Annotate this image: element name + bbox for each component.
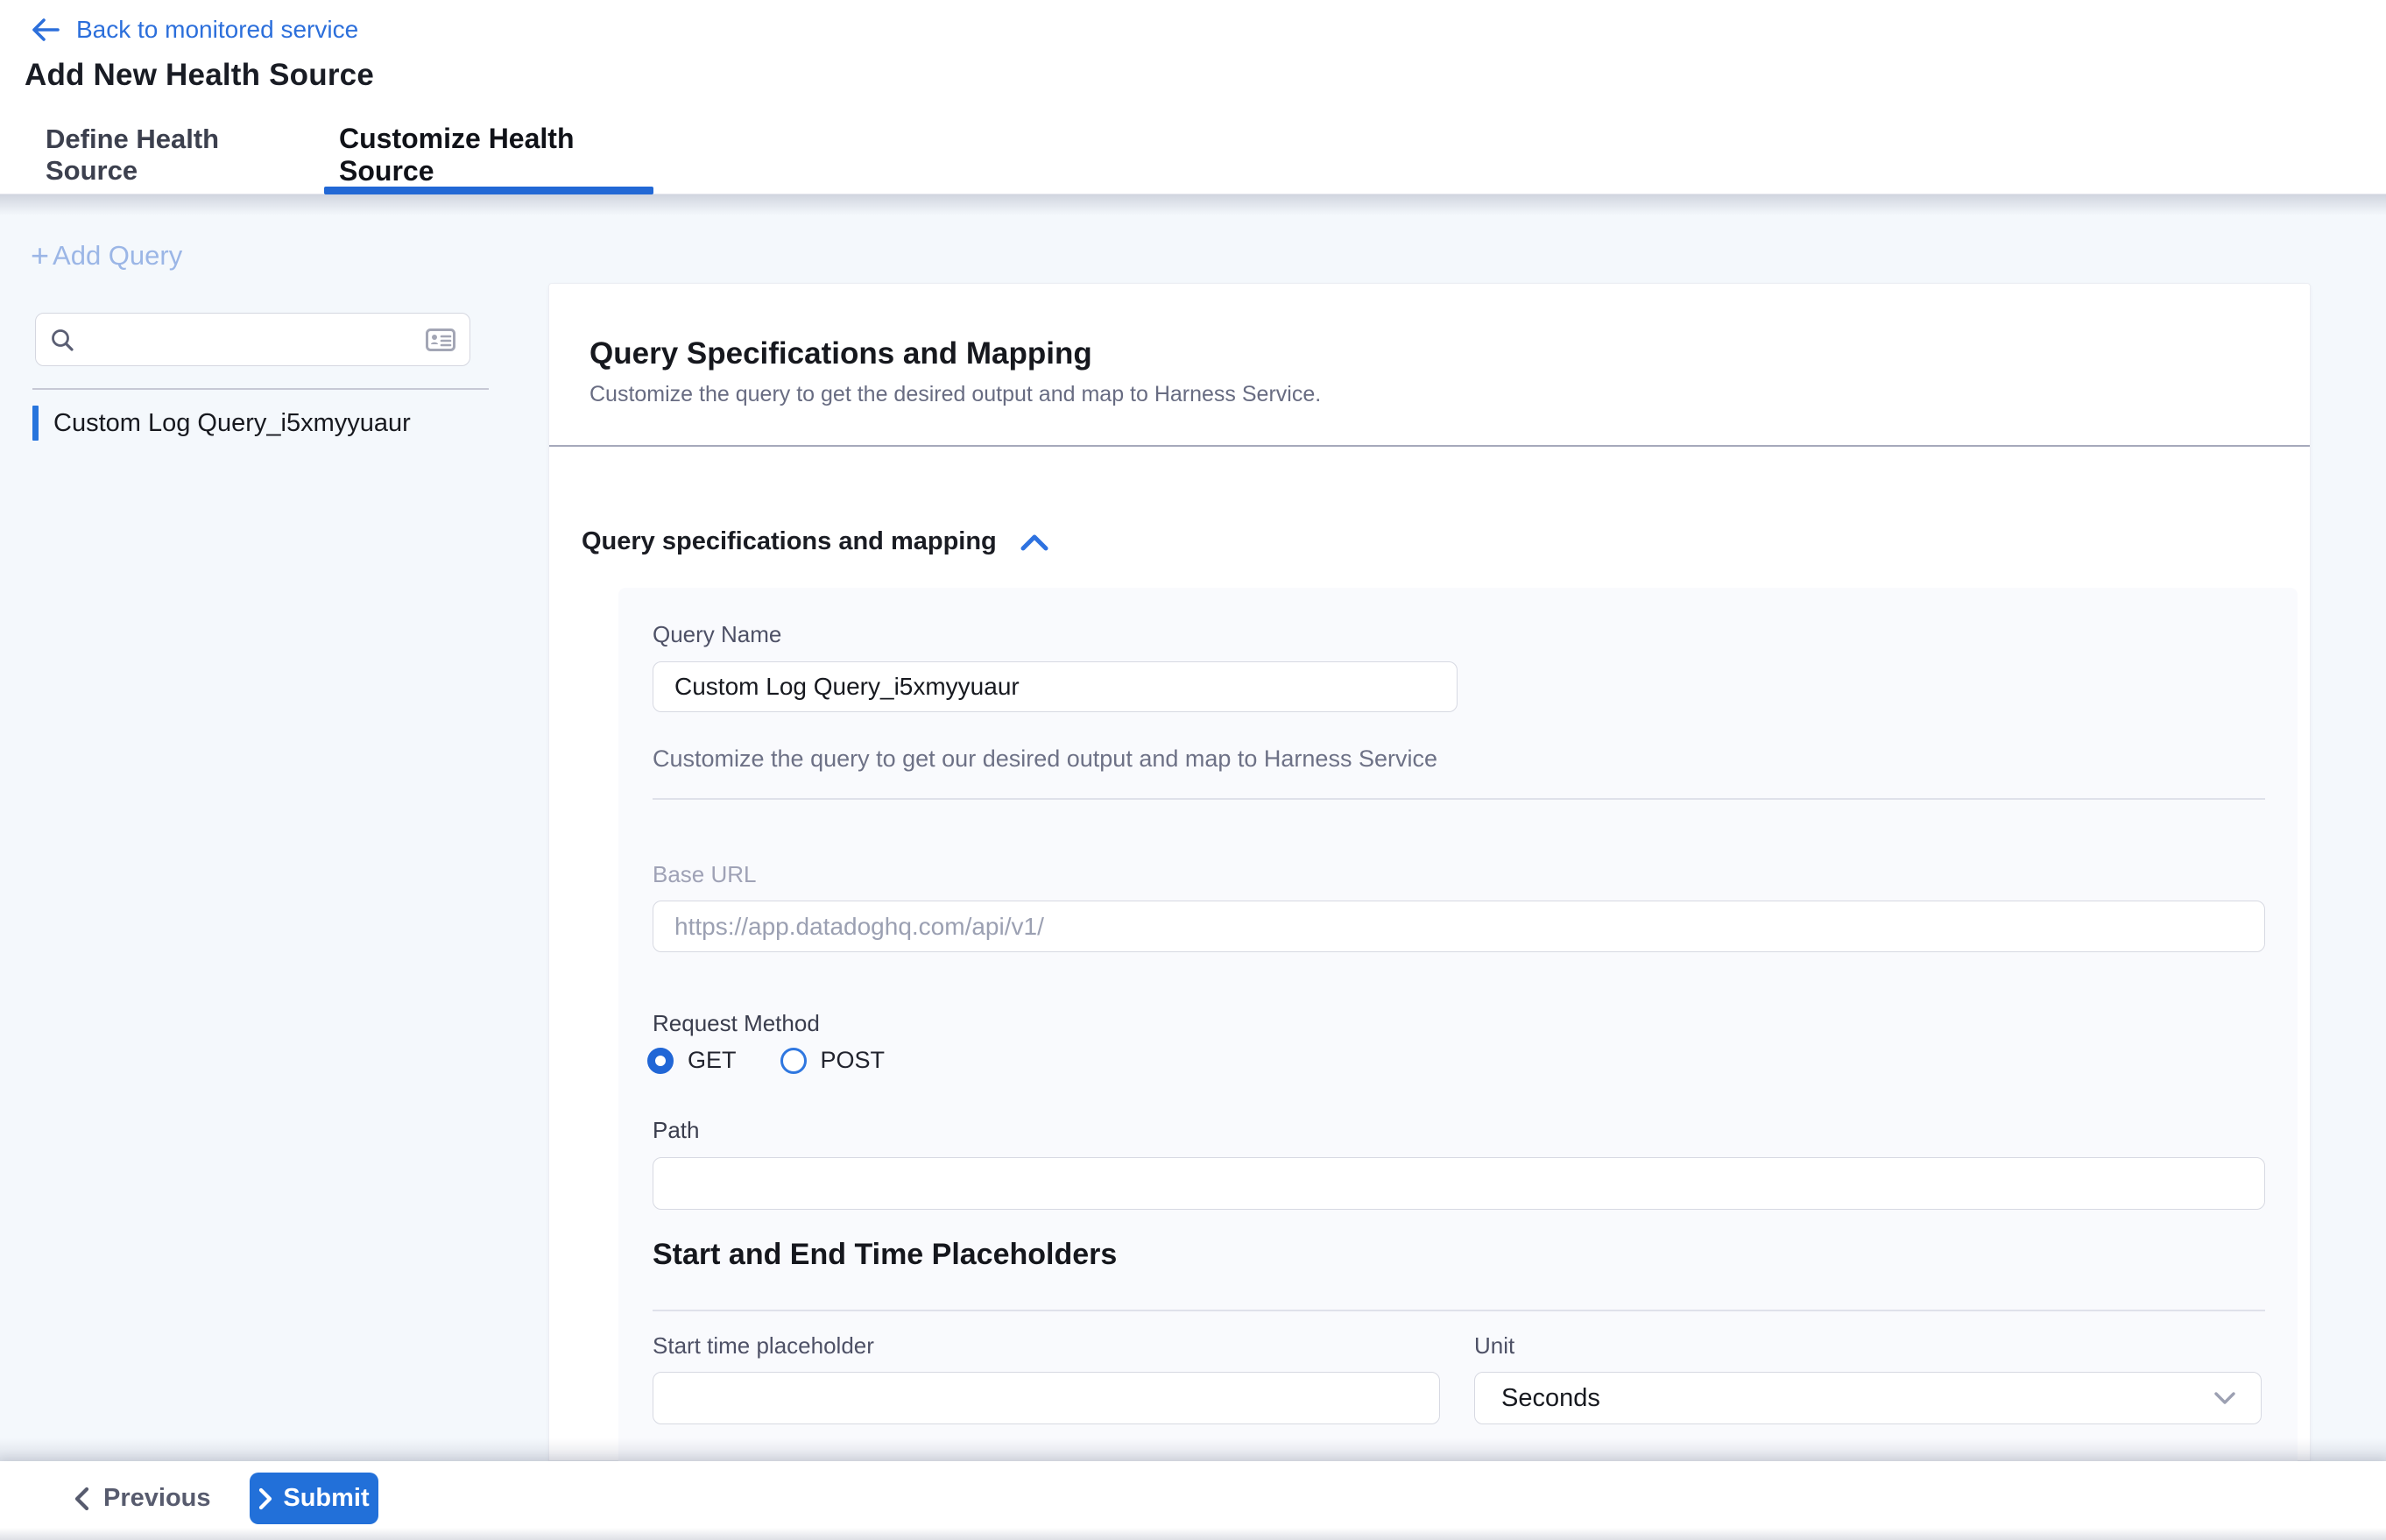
tab-define-health-source[interactable]: Define Health Source: [46, 117, 296, 194]
tab-bar: Define Health Source Customize Health So…: [0, 117, 2386, 194]
start-time-placeholder-input[interactable]: [653, 1372, 1440, 1424]
submit-button[interactable]: Submit: [250, 1473, 378, 1524]
back-to-monitored-service-link[interactable]: Back to monitored service: [31, 14, 358, 46]
card-divider: [549, 445, 2310, 447]
query-list-item-selected[interactable]: Custom Log Query_i5xmyyuaur: [32, 405, 489, 442]
start-time-placeholder-label: Start time placeholder: [653, 1332, 874, 1360]
search-icon: [50, 328, 74, 352]
back-arrow-icon: [31, 17, 60, 43]
section-heading-label: Query specifications and mapping: [582, 527, 997, 556]
card-title: Query Specifications and Mapping: [589, 336, 1092, 371]
path-label: Path: [653, 1117, 700, 1144]
query-specifications-card: Query Specifications and Mapping Customi…: [548, 283, 2311, 1461]
unit-label: Unit: [1474, 1332, 1514, 1360]
path-input[interactable]: [653, 1157, 2265, 1210]
base-url-input[interactable]: [653, 901, 2265, 952]
query-name-label: Query Name: [653, 621, 781, 648]
chevron-right-icon: [258, 1487, 272, 1510]
query-name-helper-text: Customize the query to get our desired o…: [653, 745, 1437, 773]
back-link-label: Back to monitored service: [76, 16, 358, 44]
content-area: + Add Query Custom Log Query_i5xmyyuaur …: [0, 194, 2386, 1461]
selected-indicator-bar: [32, 406, 39, 441]
previous-button-label: Previous: [103, 1484, 211, 1513]
query-search-input[interactable]: [87, 326, 426, 353]
time-placeholders-heading: Start and End Time Placeholders: [653, 1238, 1117, 1272]
page-title: Add New Health Source: [25, 58, 374, 93]
tab-customize-health-source[interactable]: Customize Health Source: [339, 117, 638, 194]
unit-select[interactable]: Seconds: [1474, 1372, 2262, 1424]
page-header: Back to monitored service Add New Health…: [0, 0, 2386, 117]
chevron-down-icon: [2213, 1391, 2236, 1405]
form-divider: [653, 798, 2265, 800]
sidebar-divider: [32, 388, 489, 390]
submit-button-label: Submit: [283, 1484, 369, 1513]
add-query-label: Add Query: [53, 240, 182, 272]
request-method-label: Request Method: [653, 1010, 820, 1037]
active-tab-underline: [324, 187, 653, 194]
chevron-up-icon[interactable]: [1020, 533, 1049, 552]
query-form-panel: Query Name Customize the query to get ou…: [618, 588, 2298, 1462]
radio-get[interactable]: [647, 1048, 674, 1074]
footer-bar: Previous Submit: [0, 1461, 2386, 1540]
unit-select-value: Seconds: [1501, 1384, 1600, 1413]
query-item-label: Custom Log Query_i5xmyyuaur: [53, 409, 411, 438]
card-subtitle: Customize the query to get the desired o…: [589, 382, 1321, 407]
radio-get-label: GET: [688, 1047, 737, 1074]
previous-button[interactable]: Previous: [74, 1473, 211, 1524]
plus-icon: +: [31, 243, 49, 269]
form-divider: [653, 1310, 2265, 1311]
section-collapse-header[interactable]: Query specifications and mapping: [582, 527, 1049, 556]
query-search-box[interactable]: [35, 313, 470, 366]
query-name-input[interactable]: [653, 661, 1458, 712]
radio-post-label: POST: [821, 1047, 886, 1074]
chevron-left-icon: [74, 1487, 89, 1511]
add-health-source-page: Back to monitored service Add New Health…: [0, 0, 2386, 1540]
query-list-view-icon[interactable]: [426, 328, 455, 351]
base-url-label: Base URL: [653, 861, 757, 888]
radio-post[interactable]: [780, 1048, 807, 1074]
request-method-radio-group: GET POST: [647, 1047, 885, 1074]
add-query-button[interactable]: + Add Query: [31, 240, 182, 272]
